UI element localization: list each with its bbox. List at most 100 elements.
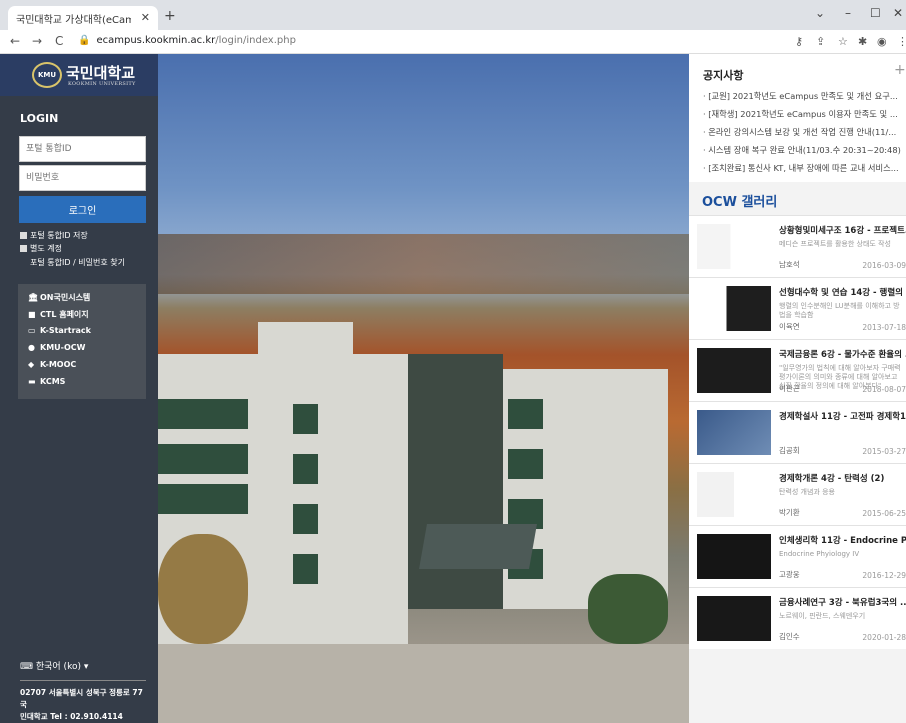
ocw-thumbnail[interactable] (697, 410, 771, 455)
save-id-checkbox[interactable]: 포털 통합ID 저장 (20, 230, 88, 241)
link-label: K-Startrack (40, 326, 91, 335)
ocw-item-desc: 탄력성 개념과 응용 (779, 488, 835, 496)
glass-atrium (408, 354, 503, 609)
ocw-thumbnail[interactable] (697, 534, 771, 579)
find-id-password-link[interactable]: 포털 통합ID / 비밀번호 찾기 (30, 257, 125, 268)
ocw-item-date: 2016-03-09 (862, 261, 906, 270)
ocw-item[interactable]: 인체생리학 11강 - Endocrine Ph... Endocrine Ph… (689, 525, 906, 587)
ocw-thumbnail[interactable] (697, 348, 771, 393)
ocw-gallery-heading: OCW 갤러리 (702, 195, 778, 210)
reload-button[interactable]: C (55, 34, 63, 48)
ocw-item-date: 2020-01-28 (862, 633, 906, 642)
checkbox-icon (20, 232, 27, 239)
ocw-item-title[interactable]: 상황형및미세구조 16강 - 프로젝트... (779, 224, 906, 236)
link-label: K-MOOC (40, 360, 77, 369)
language-label: 한국어 (ko) ▾ (35, 662, 89, 672)
share-icon[interactable]: ⇪ (816, 35, 825, 48)
ocw-item-title[interactable]: 국제금융론 6강 - 물가수준 환율의 ... (779, 348, 906, 360)
ocw-item-author: 이육연 (779, 322, 800, 331)
language-selector[interactable]: ⌨ 한국어 (ko) ▾ (20, 659, 88, 672)
ocw-item-title[interactable]: 선형대수학 및 연습 14강 - 행렬의 ... (779, 286, 906, 298)
notice-item[interactable]: · [재학생] 2021학년도 eCampus 이용자 만족도 및 ... (703, 108, 905, 126)
ocw-item-date: 2016-12-29 (862, 571, 906, 580)
k-mooc-link[interactable]: ◆ K-MOOC (18, 360, 146, 377)
ocw-item-date: 2015-03-27 (862, 447, 906, 456)
tab-close-icon[interactable]: ✕ (141, 11, 150, 24)
kcms-link[interactable]: ▬ KCMS (18, 377, 146, 394)
video-icon: ▬ (28, 377, 36, 386)
ocw-item[interactable]: 경제학개론 4강 - 탄력성 (2) 탄력성 개념과 응용 박기환 2015-0… (689, 463, 906, 525)
notice-more-plus-icon[interactable]: + (894, 62, 906, 78)
notice-item[interactable]: · 온라인 강의시스템 보강 및 개선 작업 진행 안내(11/... (703, 126, 905, 144)
bookmark-star-icon[interactable]: ☆ (838, 35, 848, 48)
ocw-item[interactable]: 경제학설사 11강 - 고전파 경제학1 김공회 2015-03-27 (689, 401, 906, 463)
guest-account-label: 별도 계정 (30, 244, 62, 253)
address-line-2: 민대학교 Tel : 02.910.4114 (20, 712, 123, 721)
link-label: KMU-OCW (40, 343, 86, 352)
ocw-gallery-list: 상황형및미세구조 16강 - 프로젝트... 메디슨 프로젝트를 활용한 상태도… (689, 215, 906, 649)
tab-search-icon[interactable]: ⌄ (815, 6, 825, 20)
login-heading: LOGIN (20, 112, 59, 125)
monitor-icon: ▭ (28, 326, 36, 335)
address-bar: ← → C 🔒 ecampus.kookmin.ac.kr/login/index… (0, 30, 906, 54)
keyboard-icon: ⌨ (20, 662, 36, 672)
key-icon[interactable]: ⚷ (795, 35, 803, 48)
k-startrack-link[interactable]: ▭ K-Startrack (18, 326, 146, 343)
checkbox-icon (20, 245, 27, 252)
maximize-button[interactable]: ☐ (870, 6, 881, 20)
ocw-item[interactable]: 상황형및미세구조 16강 - 프로젝트... 메디슨 프로젝트를 활용한 상태도… (689, 215, 906, 277)
login-button[interactable]: 로그인 (19, 196, 146, 223)
ocw-item-author: 고광웅 (779, 570, 800, 579)
notice-item[interactable]: · 시스템 장애 복구 완료 안내(11/03.수 20:31~20:48) (703, 144, 905, 162)
ctl-homepage-link[interactable]: ■ CTL 홈페이지 (18, 309, 146, 326)
guest-account-checkbox[interactable]: 별도 계정 (20, 243, 62, 254)
save-id-label: 포털 통합ID 저장 (30, 231, 88, 240)
system-links-box: 🏛 ON국민시스템 ■ CTL 홈페이지 ▭ K-Startrack ● KMU-OCW… (18, 284, 146, 399)
divider (20, 680, 146, 681)
kmu-logo[interactable]: KMU 국민대학교 KOOKMIN UNIVERSITY (0, 54, 158, 96)
campus-background-photo (158, 54, 689, 723)
ocw-item-title[interactable]: 금융사례연구 3강 - 북유럽3국의 ... (779, 596, 906, 608)
ocw-thumbnail[interactable] (697, 472, 771, 517)
password-input[interactable] (19, 165, 146, 191)
new-tab-button[interactable]: + (164, 8, 176, 24)
url-host: ecampus.kookmin.ac.kr (96, 35, 216, 46)
lock-icon: 🔒 (78, 35, 91, 46)
ocw-item-title[interactable]: 경제학설사 11강 - 고전파 경제학1 (779, 410, 906, 422)
minimize-button[interactable]: – (845, 6, 851, 20)
menu-icon[interactable]: ⋮ (897, 35, 906, 48)
notice-item[interactable]: · [조치완료] 통신사 KT, 내부 장애에 따른 교내 서비스... (703, 162, 905, 180)
ocw-item[interactable]: 금융사례연구 3강 - 북유럽3국의 ... 노르웨이, 핀란드, 스웨덴우기 … (689, 587, 906, 649)
ocw-thumbnail[interactable] (697, 224, 771, 269)
logo-english-name: KOOKMIN UNIVERSITY (68, 81, 136, 87)
ocw-item[interactable]: 선형대수학 및 연습 14강 - 행렬의 ... 행렬의 인수분해인 LU분해를… (689, 277, 906, 339)
ocw-item[interactable]: 국제금융론 6강 - 물가수준 환율의 ... "일무영가의 법칙에 대해 알아… (689, 339, 906, 401)
link-label: CTL 홈페이지 (40, 310, 89, 319)
book-icon: ■ (28, 310, 36, 319)
login-sidebar: KMU 국민대학교 KOOKMIN UNIVERSITY LOGIN 로그인 포… (0, 54, 158, 723)
profile-avatar-icon[interactable]: ◉ (877, 35, 887, 48)
ocw-thumbnail[interactable] (697, 286, 771, 331)
notice-item[interactable]: · [교원] 2021학년도 eCampus 만족도 및 개선 요구... (703, 90, 905, 108)
forward-button[interactable]: → (32, 34, 42, 48)
url-field[interactable]: 🔒 ecampus.kookmin.ac.kr/login/index.php (78, 35, 296, 46)
ocw-item-title[interactable]: 경제학개론 4강 - 탄력성 (2) (779, 472, 906, 484)
ocw-item-desc: 메디슨 프로젝트를 활용한 상태도 작성 (779, 240, 891, 248)
back-button[interactable]: ← (10, 34, 20, 48)
ocw-item-title[interactable]: 인체생리학 11강 - Endocrine Ph... (779, 534, 906, 546)
ocw-item-author: 박기환 (779, 508, 800, 517)
extensions-icon[interactable]: ✱ (858, 35, 867, 48)
on-kookmin-link[interactable]: 🏛 ON국민시스템 (18, 292, 146, 309)
kmu-ocw-link[interactable]: ● KMU-OCW (18, 343, 146, 360)
logo-korean-name: 국민대학교 (66, 64, 136, 82)
ocw-thumbnail[interactable] (697, 596, 771, 641)
graduation-icon: ◆ (28, 360, 35, 369)
close-window-button[interactable]: ✕ (893, 6, 903, 20)
browser-tab-bar: 국민대학교 가상대학(eCampus) ✕ + ⌄ – ☐ ✕ (0, 0, 906, 30)
portal-id-input[interactable] (19, 136, 146, 162)
browser-tab[interactable]: 국민대학교 가상대학(eCampus) ✕ (8, 6, 158, 30)
ocw-item-author: 김공회 (779, 446, 800, 455)
building-icon: 🏛 (28, 293, 39, 302)
kmu-emblem-icon: KMU (32, 62, 62, 88)
ocw-item-date: 2015-06-25 (862, 509, 906, 518)
